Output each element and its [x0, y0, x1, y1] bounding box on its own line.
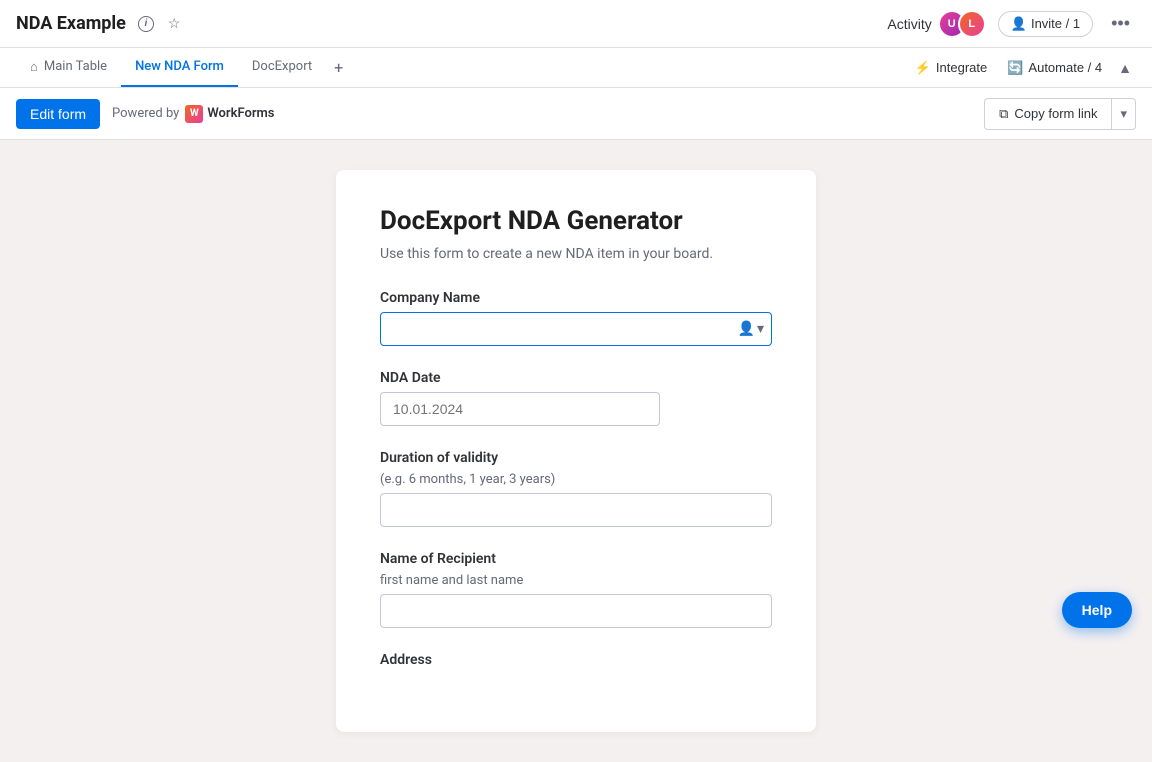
form-toolbar-left: Edit form Powered by W WorkForms: [16, 99, 274, 129]
automate-icon: 🔄: [1007, 60, 1023, 76]
dropdown-icon: ▾: [1120, 106, 1127, 121]
company-name-label: Company Name: [380, 290, 772, 306]
help-label: Help: [1082, 602, 1112, 618]
activity-label: Activity: [887, 16, 931, 32]
duration-sublabel: (e.g. 6 months, 1 year, 3 years): [380, 472, 772, 487]
copy-link-icon: ⧉: [999, 106, 1008, 122]
powered-by-label: Powered by: [112, 106, 179, 121]
nda-date-input[interactable]: [380, 392, 660, 426]
tab-main-table[interactable]: ⌂ Main Table: [16, 48, 121, 87]
info-icon-btn[interactable]: i: [134, 14, 158, 34]
top-header: NDA Example i ☆ Activity U L 👤 Invite / …: [0, 0, 1152, 48]
field-address: Address: [380, 652, 772, 668]
field-nda-date: NDA Date: [380, 370, 772, 426]
tab-new-nda-form[interactable]: New NDA Form: [121, 48, 238, 87]
invite-label: Invite / 1: [1031, 16, 1080, 31]
duration-label: Duration of validity: [380, 450, 772, 466]
tab-bar: ⌂ Main Table New NDA Form DocExport + ⚡ …: [0, 48, 1152, 88]
edit-form-label: Edit form: [30, 106, 86, 122]
field-duration: Duration of validity (e.g. 6 months, 1 y…: [380, 450, 772, 527]
activity-button[interactable]: Activity U L: [887, 10, 985, 38]
company-name-suffix[interactable]: 👤 ▾: [738, 321, 764, 337]
workforms-logo: W WorkForms: [185, 105, 274, 123]
more-button[interactable]: •••: [1105, 11, 1136, 36]
tab-new-nda-form-label: New NDA Form: [135, 59, 224, 74]
avatar-2: L: [958, 10, 986, 38]
copy-link-dropdown-button[interactable]: ▾: [1111, 98, 1136, 130]
recipient-sublabel: first name and last name: [380, 573, 772, 588]
integrate-icon: ⚡: [915, 60, 931, 76]
nda-date-label: NDA Date: [380, 370, 772, 386]
header-left: NDA Example i ☆: [16, 13, 184, 34]
help-button[interactable]: Help: [1062, 592, 1132, 628]
tab-docexport-label: DocExport: [252, 59, 312, 74]
app-title: NDA Example: [16, 13, 126, 34]
recipient-label: Name of Recipient: [380, 551, 772, 567]
workforms-icon: W: [185, 105, 203, 123]
edit-form-button[interactable]: Edit form: [16, 99, 100, 129]
collapse-button[interactable]: ▲: [1114, 56, 1136, 80]
copy-form-link-button[interactable]: ⧉ Copy form link: [984, 98, 1111, 130]
star-icon: ☆: [168, 15, 181, 32]
form-description: Use this form to create a new NDA item i…: [380, 246, 772, 262]
tabs-right: ⚡ Integrate 🔄 Automate / 4 ▲: [907, 48, 1136, 87]
powered-by: Powered by W WorkForms: [112, 105, 274, 123]
add-tab-icon: +: [334, 58, 343, 77]
person-field-icon: 👤: [738, 321, 755, 337]
chevron-down-icon: ▾: [757, 321, 764, 337]
recipient-input[interactable]: [380, 594, 772, 628]
field-company-name: Company Name 👤 ▾: [380, 290, 772, 346]
header-right: Activity U L 👤 Invite / 1 •••: [887, 10, 1136, 38]
workforms-label: WorkForms: [207, 106, 274, 121]
form-toolbar-right: ⧉ Copy form link ▾: [984, 98, 1136, 130]
duration-input[interactable]: [380, 493, 772, 527]
integrate-label: Integrate: [936, 60, 987, 75]
integrate-button[interactable]: ⚡ Integrate: [907, 56, 996, 80]
tabs-left: ⌂ Main Table New NDA Form DocExport +: [16, 48, 351, 87]
copy-link-label: Copy form link: [1014, 106, 1097, 121]
person-icon: 👤: [1011, 16, 1027, 32]
info-icon: i: [138, 16, 154, 32]
title-icons: i ☆: [134, 13, 185, 34]
field-recipient: Name of Recipient first name and last na…: [380, 551, 772, 628]
home-icon: ⌂: [30, 59, 38, 75]
tab-docexport[interactable]: DocExport: [238, 48, 326, 87]
address-label: Address: [380, 652, 772, 668]
automate-label: Automate / 4: [1028, 60, 1102, 75]
more-icon: •••: [1111, 13, 1130, 33]
tab-main-table-label: Main Table: [44, 59, 107, 74]
invite-button[interactable]: 👤 Invite / 1: [998, 11, 1093, 37]
company-name-input-wrapper: 👤 ▾: [380, 312, 772, 346]
main-content: DocExport NDA Generator Use this form to…: [0, 140, 1152, 762]
form-toolbar: Edit form Powered by W WorkForms ⧉ Copy …: [0, 88, 1152, 140]
automate-button[interactable]: 🔄 Automate / 4: [999, 56, 1110, 80]
star-icon-btn[interactable]: ☆: [164, 13, 185, 34]
avatar-group: U L: [938, 10, 986, 38]
form-title: DocExport NDA Generator: [380, 206, 772, 236]
collapse-icon: ▲: [1118, 60, 1132, 76]
company-name-input[interactable]: [380, 312, 772, 346]
add-tab-button[interactable]: +: [326, 48, 351, 87]
